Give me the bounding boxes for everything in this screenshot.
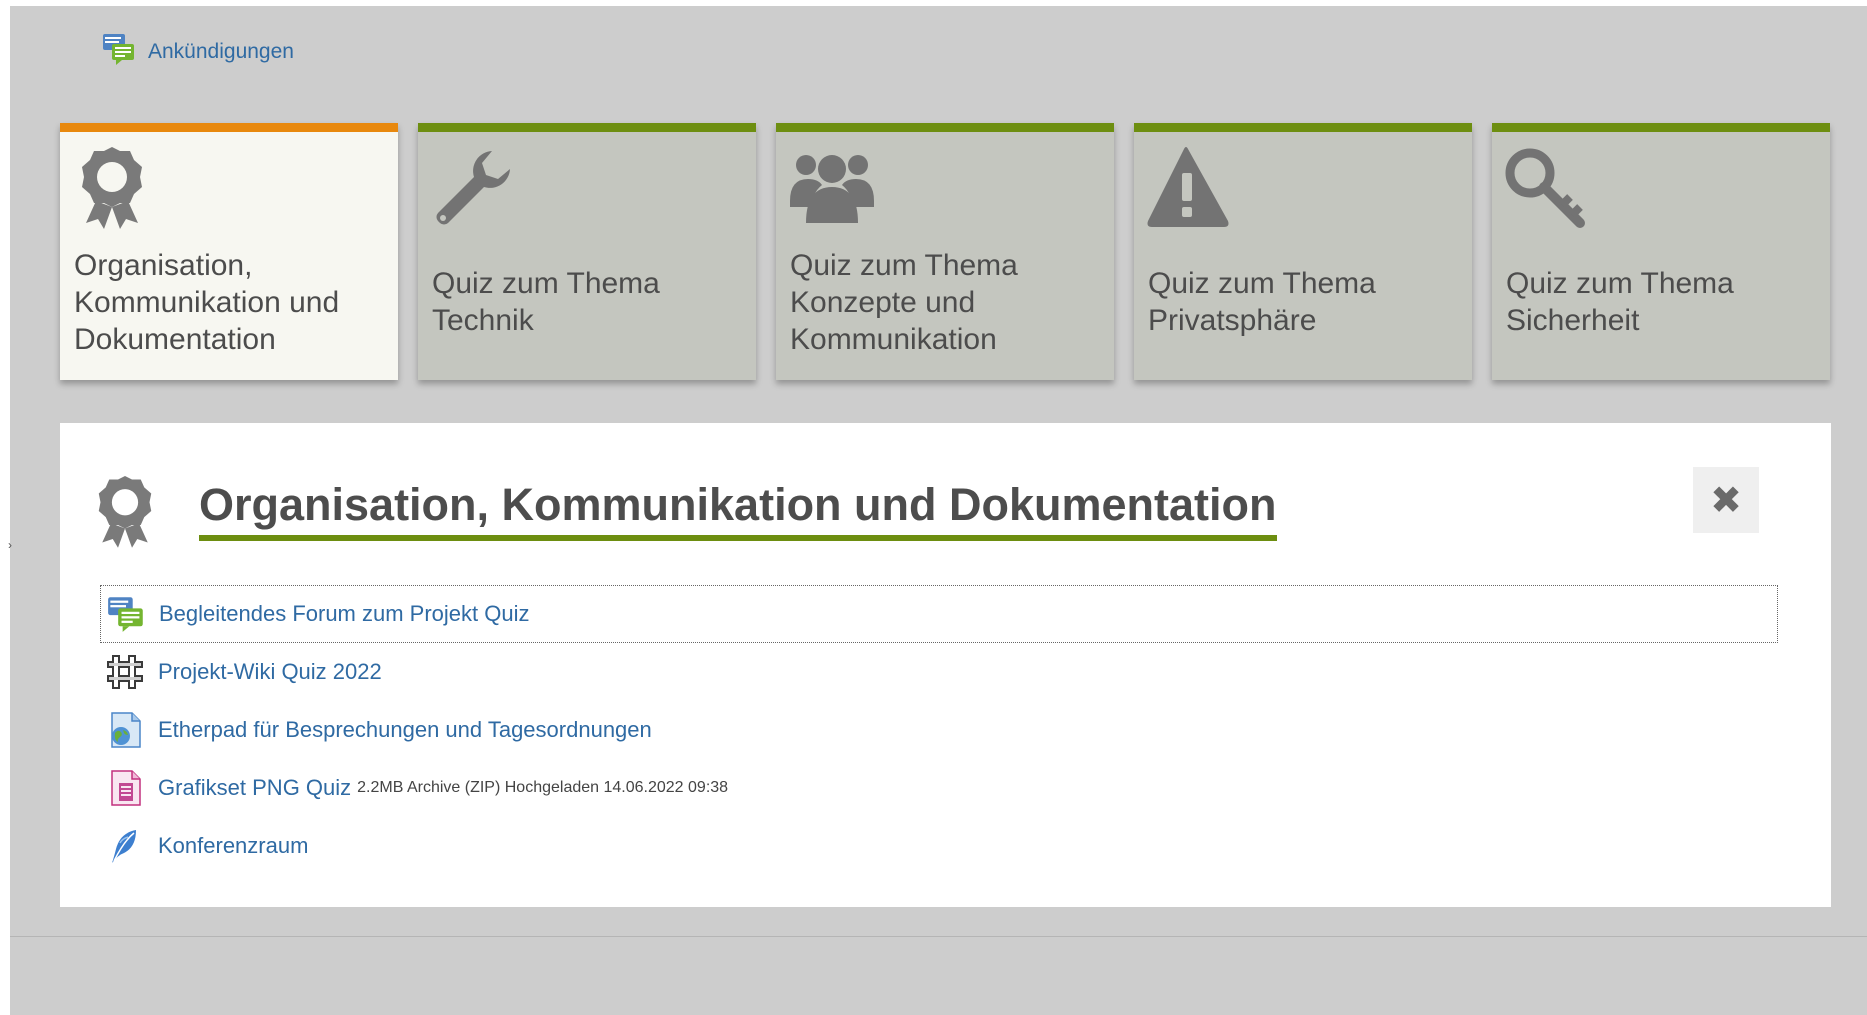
forum-icon bbox=[102, 32, 136, 72]
course-page: Ankündigungen Organisation, Kommunikatio… bbox=[10, 6, 1867, 1015]
tile-privatsphaere[interactable]: Quiz zum Thema Privatsphäre bbox=[1134, 123, 1472, 380]
list-item: Grafikset PNG Quiz 2.2MB Archive (ZIP) H… bbox=[100, 759, 1778, 817]
wrench-icon bbox=[430, 143, 518, 231]
conference-feather-icon bbox=[106, 827, 144, 865]
section-panel: Organisation, Kommunikation und Dokument… bbox=[60, 423, 1831, 907]
tile-label: Quiz zum Thema Technik bbox=[432, 267, 660, 337]
tile-label: Organisation, Kommunikation und Dokument… bbox=[74, 248, 340, 356]
award-ribbon-icon bbox=[90, 469, 160, 553]
wiki-icon bbox=[106, 653, 144, 691]
list-item: Begleitendes Forum zum Projekt Quiz bbox=[100, 585, 1778, 643]
forum-icon bbox=[107, 595, 145, 633]
tile-technik[interactable]: Quiz zum Thema Technik bbox=[418, 123, 756, 380]
warning-triangle-icon bbox=[1146, 143, 1234, 231]
announcements-label: Ankündigungen bbox=[148, 40, 294, 63]
tile-organisation[interactable]: Organisation, Kommunikation und Dokument… bbox=[60, 123, 398, 380]
list-item: Etherpad für Besprechungen und Tagesordn… bbox=[100, 701, 1778, 759]
stray-mark: › bbox=[8, 538, 12, 552]
announcements-link[interactable]: Ankündigungen bbox=[102, 32, 294, 72]
award-ribbon-icon bbox=[72, 143, 160, 231]
list-item: Projekt-Wiki Quiz 2022 bbox=[100, 643, 1778, 701]
list-item: Konferenzraum bbox=[100, 817, 1778, 875]
tile-sicherheit[interactable]: Quiz zum Thema Sicherheit bbox=[1492, 123, 1830, 380]
footer-divider bbox=[10, 936, 1867, 937]
activity-link-forum[interactable]: Begleitendes Forum zum Projekt Quiz bbox=[159, 601, 530, 627]
file-info: 2.2MB Archive (ZIP) Hochgeladen 14.06.20… bbox=[357, 779, 729, 796]
etherpad-icon bbox=[106, 711, 144, 749]
zip-archive-icon bbox=[106, 769, 144, 807]
activity-list: Begleitendes Forum zum Projekt Quiz Proj… bbox=[100, 585, 1778, 875]
tile-label: Quiz zum Thema Sicherheit bbox=[1506, 267, 1734, 337]
activity-link-konferenzraum[interactable]: Konferenzraum bbox=[158, 833, 308, 859]
key-icon bbox=[1504, 143, 1592, 231]
activity-link-grafikset[interactable]: Grafikset PNG Quiz bbox=[158, 775, 351, 801]
users-group-icon bbox=[788, 143, 876, 231]
tile-label: Quiz zum Thema Privatsphäre bbox=[1148, 267, 1376, 337]
tile-label: Quiz zum Thema Konzepte und Kommunikatio… bbox=[790, 248, 1018, 356]
activity-link-wiki[interactable]: Projekt-Wiki Quiz 2022 bbox=[158, 659, 382, 685]
close-icon: ✖ bbox=[1710, 479, 1742, 522]
section-title: Organisation, Kommunikation und Dokument… bbox=[199, 477, 1277, 541]
tile-konzepte[interactable]: Quiz zum Thema Konzepte und Kommunikatio… bbox=[776, 123, 1114, 380]
close-button[interactable]: ✖ bbox=[1693, 467, 1759, 533]
activity-link-etherpad[interactable]: Etherpad für Besprechungen und Tagesordn… bbox=[158, 717, 652, 743]
